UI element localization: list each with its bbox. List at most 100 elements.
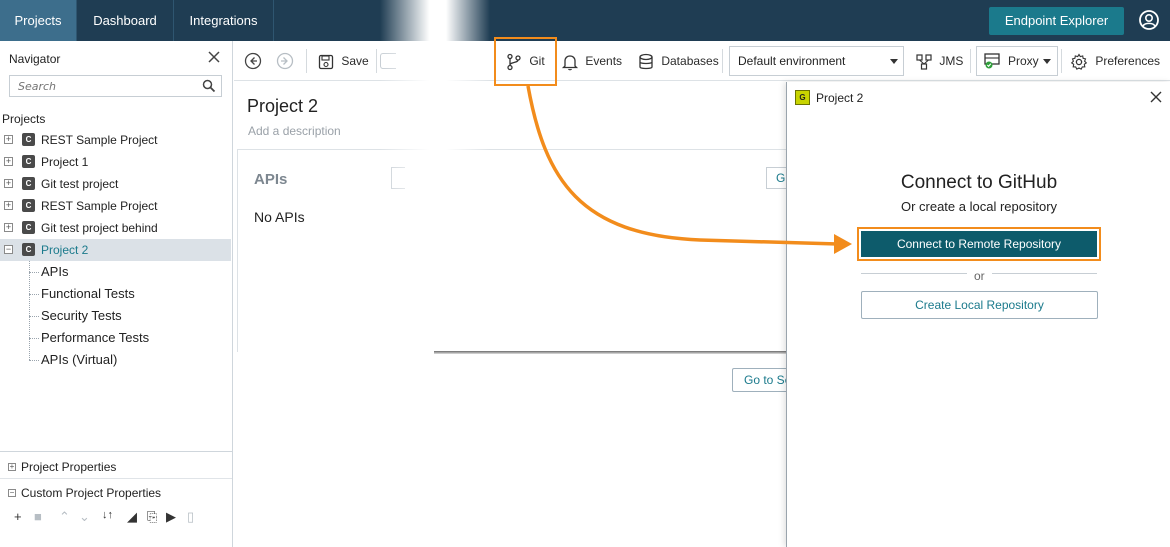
project-icon: C	[22, 177, 35, 190]
delete-icon[interactable]: ▯	[187, 509, 194, 525]
tab-projects[interactable]: Projects	[0, 0, 77, 41]
save-label: Save	[341, 54, 369, 68]
tree-connector	[29, 316, 39, 317]
top-navigation-bar: Projects Dashboard Integrations Endpoint…	[0, 0, 1170, 41]
user-circle-icon[interactable]	[1138, 9, 1160, 31]
expand-icon[interactable]: +	[8, 463, 16, 471]
move-down-icon[interactable]: ⌄	[79, 509, 90, 525]
tree-item-project[interactable]: + C Project 1	[0, 151, 231, 173]
create-local-repository-button[interactable]: Create Local Repository	[861, 291, 1098, 319]
bell-icon	[561, 55, 579, 71]
tree-connector	[29, 294, 39, 295]
toolbar-separator	[306, 49, 307, 73]
tree-item-functional-tests[interactable]: Functional Tests	[41, 283, 135, 305]
search-input[interactable]	[10, 76, 190, 96]
tree-item-performance-tests[interactable]: Performance Tests	[41, 327, 149, 349]
gear-icon	[1070, 53, 1088, 70]
git-button-highlight	[494, 37, 557, 86]
export-icon[interactable]: ▶	[166, 509, 176, 525]
close-icon[interactable]	[206, 49, 222, 65]
tree-connector	[29, 261, 30, 360]
remote-button-highlight	[857, 227, 1101, 261]
toolbar-separator	[722, 49, 723, 73]
tree-item-project[interactable]: + C REST Sample Project	[0, 129, 231, 151]
tree-item-apis-virtual[interactable]: APIs (Virtual)	[41, 349, 117, 371]
section-label: Project Properties	[21, 460, 117, 474]
close-icon[interactable]	[1149, 90, 1163, 104]
navigator-search	[9, 75, 222, 97]
description-field[interactable]: Add a description	[248, 124, 341, 138]
sort-icon[interactable]: ↓↑	[102, 509, 113, 521]
project-icon: C	[22, 155, 35, 168]
or-separator: or	[967, 269, 992, 283]
divider	[434, 351, 786, 354]
apis-heading: APIs	[254, 171, 288, 188]
events-button[interactable]: Events	[561, 41, 622, 81]
tree-item-label: Git test project	[41, 177, 119, 191]
empty-state-text: No APIs	[254, 209, 305, 225]
tree-item-project-selected[interactable]: − C Project 2	[0, 239, 231, 261]
proxy-label: Proxy	[1008, 54, 1039, 68]
preferences-label: Preferences	[1095, 54, 1161, 68]
toolbar-separator	[970, 49, 971, 73]
environment-value: Default environment	[738, 54, 846, 68]
environment-select[interactable]: Default environment	[729, 46, 904, 76]
expand-icon[interactable]: +	[4, 135, 13, 144]
navigator-panel: Navigator Projects + C REST Sample Proje…	[0, 41, 233, 547]
go-to-button[interactable]: Go to Se	[732, 368, 788, 392]
add-icon[interactable]: +	[14, 509, 22, 524]
project-icon: C	[22, 221, 35, 234]
search-icon[interactable]	[202, 79, 216, 93]
tree-item-label: REST Sample Project	[41, 133, 158, 147]
proxy-icon	[984, 53, 1000, 69]
forward-icon[interactable]	[276, 52, 294, 70]
move-up-icon[interactable]: ⌃	[59, 509, 70, 525]
apis-toolbar-button[interactable]	[391, 167, 405, 189]
project-icon: C	[22, 243, 35, 256]
tree-item-project[interactable]: + C Git test project	[0, 173, 231, 195]
save-button[interactable]: Save	[318, 41, 369, 81]
endpoint-explorer-button[interactable]: Endpoint Explorer	[989, 7, 1124, 35]
toolbar-separator	[376, 49, 377, 73]
divider	[0, 478, 232, 479]
project-overview: Project 2 Add a description APIs G No AP…	[234, 82, 790, 547]
tree-item-apis[interactable]: APIs	[41, 261, 68, 283]
preferences-button[interactable]: Preferences	[1070, 41, 1160, 81]
tree-item-label: Project 2	[41, 243, 89, 257]
project-icon: C	[22, 133, 35, 146]
tree-connector	[29, 360, 39, 361]
navigator-title: Navigator	[9, 52, 61, 66]
tree-item-label: REST Sample Project	[41, 199, 158, 213]
toolbar-separator	[1061, 49, 1062, 73]
tree-item-project[interactable]: + C REST Sample Project	[0, 195, 231, 217]
tab-integrations[interactable]: Integrations	[174, 0, 274, 41]
project-properties-section[interactable]: + Project Properties	[0, 457, 232, 477]
tab-dashboard[interactable]: Dashboard	[77, 0, 174, 41]
projects-heading: Projects	[2, 112, 46, 126]
tree-item-security-tests[interactable]: Security Tests	[41, 305, 122, 327]
collapse-icon[interactable]: −	[4, 245, 13, 254]
tree-connector	[29, 338, 39, 339]
tree-item-project[interactable]: + C Git test project behind	[0, 217, 231, 239]
import-icon[interactable]: ⎘	[147, 509, 157, 525]
jms-button[interactable]: JMS	[915, 41, 963, 81]
expand-icon[interactable]: +	[4, 157, 13, 166]
jms-label: JMS	[939, 54, 964, 68]
collapse-icon[interactable]: −	[8, 489, 16, 497]
app-logo-icon: G	[795, 90, 810, 105]
section-label: Custom Project Properties	[21, 486, 162, 500]
custom-project-properties-section[interactable]: − Custom Project Properties	[0, 483, 232, 503]
lock-icon	[380, 53, 396, 69]
expand-icon[interactable]: +	[4, 223, 13, 232]
dialog-heading: Connect to GitHub	[900, 172, 1058, 193]
dialog-subheading: Or create a local repository	[900, 199, 1058, 214]
expand-icon[interactable]: +	[4, 201, 13, 210]
eraser-icon[interactable]: ◢	[127, 509, 137, 525]
proxy-button[interactable]: Proxy	[976, 46, 1058, 76]
expand-icon[interactable]: +	[4, 179, 13, 188]
back-icon[interactable]	[244, 52, 262, 70]
lock-icon[interactable]: ■	[34, 509, 42, 524]
dialog-title: Project 2	[816, 91, 864, 105]
databases-button[interactable]: Databases	[638, 41, 719, 81]
database-icon	[639, 53, 653, 69]
